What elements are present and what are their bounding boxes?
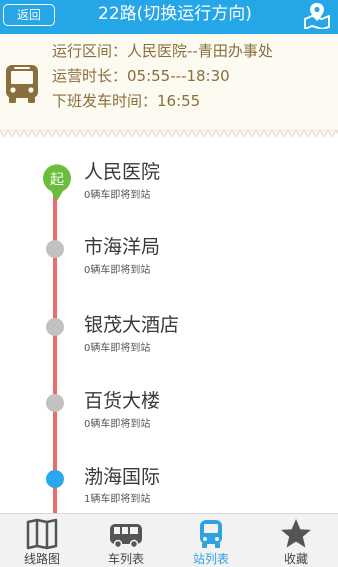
nav-tab-stop-list[interactable]: 站列表	[169, 514, 253, 567]
nav-label: 车列表	[107, 552, 144, 566]
bus-icon	[6, 65, 38, 103]
stop-name: 百货大楼	[84, 390, 161, 412]
last-departure-text: 下班发车时间：16:55	[52, 92, 201, 110]
route-title-toggle-direction[interactable]: 22路(切换运行方向)	[60, 0, 290, 30]
nav-label: 站列表	[192, 552, 229, 566]
stop-dot	[46, 318, 64, 336]
stop-arrival-status: 1辆车即将到站	[84, 494, 151, 505]
stop-item[interactable]: 人民医院 0辆车即将到站	[0, 158, 338, 218]
nav-tab-route-map[interactable]: 线路图	[0, 514, 84, 567]
nav-tab-bus-list[interactable]: 车列表	[84, 514, 168, 567]
nav-label: 收藏	[283, 552, 308, 566]
star-icon	[281, 519, 311, 548]
route-range-text: 运行区间：人民医院--青田办事处	[52, 42, 273, 60]
stop-item[interactable]: 百货大楼 0辆车即将到站	[0, 388, 338, 448]
bus-stop-list-icon	[200, 520, 222, 548]
operating-hours-text: 运营时长：05:55---18:30	[52, 67, 230, 85]
stop-dot	[46, 394, 64, 412]
stop-name: 银茂大酒店	[84, 314, 180, 336]
stop-item[interactable]: 银茂大酒店 0辆车即将到站	[0, 311, 338, 371]
back-button[interactable]: 返回	[3, 4, 55, 26]
stop-item[interactable]: 市海洋局 0辆车即将到站	[0, 233, 338, 293]
stop-arrival-status: 0辆车即将到站	[84, 190, 151, 201]
map-book-icon	[26, 518, 58, 550]
bus-list-icon	[110, 524, 142, 549]
stop-name: 人民医院	[84, 161, 161, 183]
nav-label: 线路图	[23, 552, 60, 566]
stop-name: 渤海国际	[84, 466, 161, 488]
stop-arrival-status: 0辆车即将到站	[84, 419, 151, 430]
stop-name: 市海洋局	[84, 236, 161, 258]
nav-tab-favorites[interactable]: 收藏	[254, 514, 338, 567]
header-bar: 返回 22路(切换运行方向)	[0, 0, 338, 34]
bottom-navigation: 线路图 车列表 站列表 收藏	[0, 513, 338, 567]
zigzag-divider	[0, 130, 338, 138]
stop-arrival-status: 0辆车即将到站	[84, 343, 151, 354]
map-pin-icon[interactable]	[302, 1, 332, 29]
route-info-panel: 运行区间：人民医院--青田办事处 运营时长：05:55---18:30 下班发车…	[0, 34, 338, 134]
stop-arrival-status: 0辆车即将到站	[84, 265, 151, 276]
stop-dot-bus-present	[46, 470, 64, 488]
stop-dot	[46, 240, 64, 258]
